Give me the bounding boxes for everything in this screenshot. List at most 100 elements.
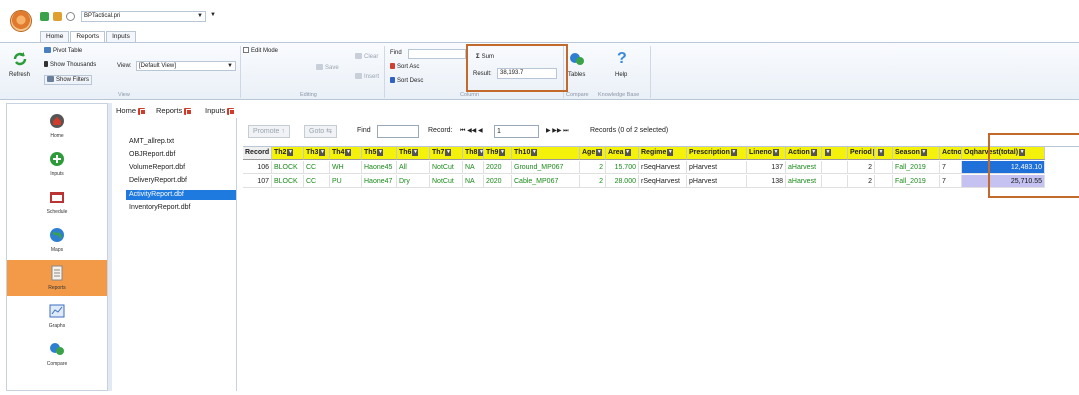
nav-maps[interactable]: Maps: [7, 222, 107, 258]
show-filters-button[interactable]: Show Filters: [44, 75, 93, 85]
nav-home[interactable]: Home: [7, 108, 107, 144]
list-item[interactable]: InventoryReport.dbf: [126, 203, 236, 213]
filter-dropdown-icon[interactable]: ▼: [772, 148, 779, 156]
column-header[interactable]: Action ▼: [786, 147, 822, 160]
column-header[interactable]: Th2 ▼: [272, 147, 304, 160]
ribbon-tab-inputs[interactable]: Inputs: [106, 31, 136, 42]
nav-inputs[interactable]: Inputs: [7, 146, 107, 182]
table-cell[interactable]: Haone45: [362, 161, 397, 174]
table-cell[interactable]: 7: [940, 161, 962, 174]
table-cell[interactable]: All: [397, 161, 430, 174]
close-icon[interactable]: [227, 107, 235, 116]
promote-button[interactable]: Promote ↑: [248, 125, 290, 138]
column-header[interactable]: Th10 ▼: [512, 147, 580, 160]
clear-button[interactable]: Clear: [355, 53, 378, 61]
table-cell[interactable]: BLOCK: [272, 161, 304, 174]
ribbon-tab-reports[interactable]: Reports: [70, 31, 106, 42]
nav-graphs[interactable]: Graphs: [7, 298, 107, 334]
column-header[interactable]: ▼: [875, 147, 893, 160]
save-button[interactable]: Save: [316, 64, 339, 72]
table-cell[interactable]: CC: [304, 175, 330, 188]
edit-mode-checkbox[interactable]: Edit Mode: [243, 47, 278, 55]
table-cell[interactable]: Haone47: [362, 175, 397, 188]
table-cell[interactable]: NotCut: [430, 161, 463, 174]
column-header[interactable]: Area ▼: [606, 147, 639, 160]
table-cell[interactable]: rSeqHarvest: [639, 161, 687, 174]
sort-desc-button[interactable]: Sort Desc: [390, 77, 423, 85]
column-header[interactable]: Period▼: [848, 147, 875, 160]
table-cell[interactable]: Ground_MP067: [512, 161, 580, 174]
table-cell[interactable]: 2: [848, 161, 875, 174]
column-header[interactable]: Record: [243, 147, 272, 160]
filter-dropdown-icon[interactable]: ▼: [445, 148, 452, 156]
list-item[interactable]: DeliveryReport.dbf: [126, 176, 236, 186]
tab-home[interactable]: Home: [116, 106, 146, 116]
table-cell[interactable]: 28.000: [606, 175, 639, 188]
table-cell[interactable]: [875, 175, 893, 188]
tab-reports[interactable]: Reports: [156, 106, 192, 116]
table-cell[interactable]: 2: [580, 175, 606, 188]
table-cell[interactable]: NA: [463, 175, 484, 188]
table-cell[interactable]: [822, 175, 848, 188]
table-cell[interactable]: BLOCK: [272, 175, 304, 188]
table-cell[interactable]: [822, 161, 848, 174]
table-cell[interactable]: pHarvest: [687, 175, 747, 188]
grid-find-input[interactable]: [377, 125, 419, 138]
list-item[interactable]: VolumeReport.dbf: [126, 163, 236, 173]
table-cell[interactable]: 7: [940, 175, 962, 188]
file-selector[interactable]: BPTactical.pri ▼: [81, 11, 206, 22]
quick-access-icon[interactable]: [66, 12, 75, 21]
close-icon[interactable]: [184, 107, 192, 116]
show-thousands-button[interactable]: Show Thousands: [44, 61, 96, 69]
tables-button[interactable]: Tables: [568, 71, 585, 79]
record-input[interactable]: 1: [494, 125, 539, 138]
column-header[interactable]: Th7 ▼: [430, 147, 463, 160]
refresh-button[interactable]: Refresh: [9, 71, 30, 79]
filter-dropdown-icon[interactable]: ▼: [377, 148, 384, 156]
filter-dropdown-icon[interactable]: ▼: [319, 148, 326, 156]
filter-dropdown-icon[interactable]: ▼: [345, 148, 352, 156]
list-item-selected[interactable]: ActivityReport.dbf: [126, 190, 236, 200]
view-select[interactable]: [Default View] ▼: [136, 61, 236, 71]
table-cell[interactable]: 137: [747, 161, 786, 174]
list-item[interactable]: OBJReport.dbf: [126, 150, 236, 160]
record-first-prev-icon[interactable]: ⏮ ◀◀ ◀: [460, 127, 483, 135]
ribbon-tab-home[interactable]: Home: [40, 31, 70, 42]
table-cell[interactable]: 107: [243, 175, 272, 188]
column-header[interactable]: Age ▼: [580, 147, 606, 160]
filter-dropdown-icon[interactable]: ▼: [596, 148, 603, 156]
filter-dropdown-icon[interactable]: ▼: [825, 148, 831, 156]
table-cell[interactable]: Fall_2019: [893, 161, 940, 174]
tab-inputs[interactable]: Inputs: [205, 106, 235, 116]
table-cell[interactable]: Fall_2019: [893, 175, 940, 188]
column-header[interactable]: Th5 ▼: [362, 147, 397, 160]
column-header[interactable]: Th9 ▼: [484, 147, 512, 160]
table-cell[interactable]: pHarvest: [687, 161, 747, 174]
column-header[interactable]: Lineno ▼: [747, 147, 786, 160]
find-input[interactable]: [408, 49, 466, 59]
filter-dropdown-icon[interactable]: ▼: [667, 148, 674, 156]
pivot-table-button[interactable]: Pivot Table: [44, 47, 82, 55]
table-cell[interactable]: 106: [243, 161, 272, 174]
help-button[interactable]: Help: [615, 71, 627, 79]
column-header[interactable]: ▼: [822, 147, 848, 160]
filter-dropdown-icon[interactable]: ▼: [531, 148, 538, 156]
list-item[interactable]: AMT_allrep.txt: [126, 137, 236, 147]
nav-reports[interactable]: Reports: [7, 260, 107, 296]
table-cell[interactable]: PU: [330, 175, 362, 188]
table-cell[interactable]: 2: [580, 161, 606, 174]
table-cell[interactable]: NotCut: [430, 175, 463, 188]
filter-dropdown-icon[interactable]: ▼: [499, 148, 506, 156]
table-cell[interactable]: 2: [848, 175, 875, 188]
quick-access-icon[interactable]: [40, 12, 49, 21]
goto-button[interactable]: Goto ⇆: [304, 125, 338, 138]
filter-dropdown-icon[interactable]: ▼: [920, 148, 927, 156]
table-cell[interactable]: 2020: [484, 161, 512, 174]
column-header[interactable]: Season ▼: [893, 147, 940, 160]
table-cell[interactable]: 138: [747, 175, 786, 188]
nav-compare[interactable]: Compare: [7, 336, 107, 372]
insert-button[interactable]: Insert: [355, 73, 379, 81]
filter-dropdown-icon[interactable]: ▼: [624, 148, 631, 156]
table-cell[interactable]: aHarvest: [786, 175, 822, 188]
table-cell[interactable]: 15.700: [606, 161, 639, 174]
